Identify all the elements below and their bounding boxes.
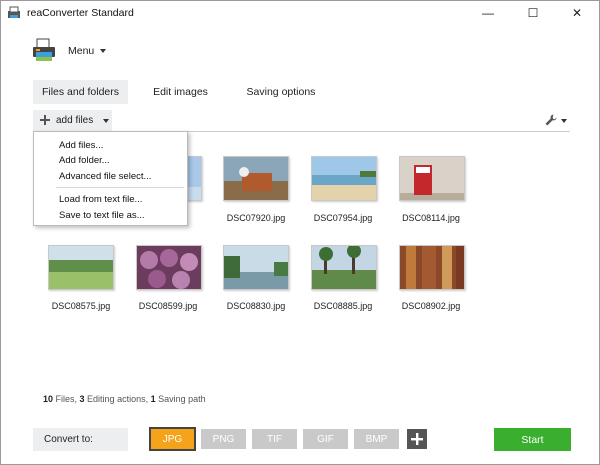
menu-label[interactable]: Menu (68, 45, 94, 57)
format-tif-button[interactable]: TIF (252, 429, 297, 449)
add-files-button[interactable]: add files (33, 110, 112, 131)
files-count: 10 (43, 394, 54, 404)
menu-item-add-folder[interactable]: Add folder... (59, 155, 110, 166)
add-format-button[interactable] (407, 429, 427, 449)
menu-caret-icon[interactable] (100, 49, 106, 53)
file-name: DSC08575.jpg (51, 301, 111, 311)
tab-saving-options[interactable]: Saving options (236, 80, 326, 104)
menu-item-add-files[interactable]: Add files... (59, 140, 103, 151)
format-gif-button[interactable]: GIF (303, 429, 348, 449)
wrench-icon[interactable] (544, 113, 558, 127)
add-files-dropdown: Add files... Add folder... Advanced file… (33, 131, 188, 226)
chevron-down-icon[interactable] (561, 119, 567, 123)
file-thumbnail[interactable] (223, 245, 289, 290)
file-name: DSC08885.jpg (313, 301, 373, 311)
status-summary: 10 Files, 3 Editing actions, 1 Saving pa… (43, 394, 206, 404)
plus-icon (40, 115, 50, 125)
actions-label: Editing actions, (84, 394, 151, 404)
menu-item-advanced-file-select[interactable]: Advanced file select... (59, 171, 151, 182)
file-thumbnail[interactable] (311, 245, 377, 290)
convert-to-label: Convert to: (33, 428, 128, 451)
format-bmp-button[interactable]: BMP (354, 429, 399, 449)
start-button[interactable]: Start (494, 428, 571, 451)
file-name: DSC07954.jpg (313, 213, 373, 223)
maximize-button[interactable]: ☐ (511, 1, 555, 25)
tab-files-and-folders[interactable]: Files and folders (33, 80, 128, 104)
file-thumbnail[interactable] (136, 245, 202, 290)
format-jpg-button[interactable]: JPG (149, 427, 196, 451)
printer-icon (33, 38, 55, 61)
window-title: reaConverter Standard (27, 7, 134, 19)
file-name: DSC08830.jpg (226, 301, 286, 311)
title-bar: reaConverter Standard — ☐ ✕ (1, 1, 599, 25)
paths-label: Saving path (155, 394, 206, 404)
file-thumbnail[interactable] (48, 245, 114, 290)
app-icon (8, 6, 20, 18)
file-name: DSC08114.jpg (402, 213, 460, 223)
file-thumbnail[interactable] (223, 156, 289, 201)
app-window: reaConverter Standard — ☐ ✕ Menu Files a… (0, 0, 600, 465)
file-name: DSC07920.jpg (226, 213, 286, 223)
tab-edit-images[interactable]: Edit images (138, 80, 223, 104)
format-png-button[interactable]: PNG (201, 429, 246, 449)
files-label: Files, (53, 394, 80, 404)
minimize-button[interactable]: — (466, 1, 510, 25)
chevron-down-icon (103, 119, 109, 123)
menu-item-save-to-text-file[interactable]: Save to text file as... (59, 210, 145, 221)
file-thumbnail[interactable] (399, 245, 465, 290)
close-button[interactable]: ✕ (555, 1, 599, 25)
file-name: DSC08599.jpg (138, 301, 198, 311)
file-thumbnail[interactable] (399, 156, 465, 201)
file-thumbnail[interactable] (311, 156, 377, 201)
menu-separator (56, 187, 184, 188)
add-files-label: add files (56, 115, 94, 126)
menu-button[interactable] (31, 37, 57, 63)
menu-item-load-from-text-file[interactable]: Load from text file... (59, 194, 142, 205)
file-name: DSC08902.jpg (401, 301, 461, 311)
plus-icon (411, 433, 423, 445)
